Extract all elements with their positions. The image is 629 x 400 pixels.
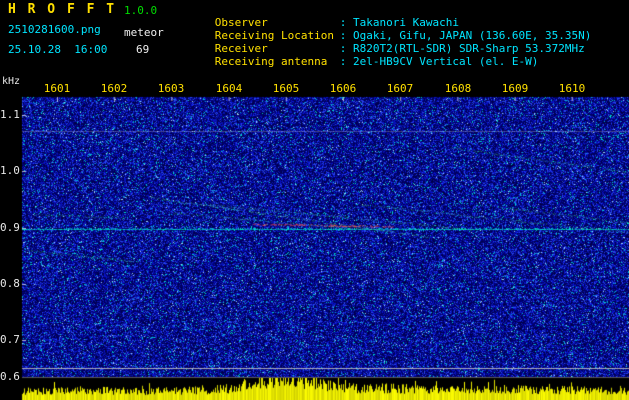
info-value: : R820T2(RTL-SDR) SDR-Sharp 53.372MHz [339, 42, 585, 55]
x-tick-label: 1606 [329, 82, 357, 95]
x-tick-label: 1601 [43, 82, 71, 95]
y-axis-unit: kHz [2, 76, 21, 87]
x-tick-label: 1602 [100, 82, 128, 95]
x-tick-label: 1609 [501, 82, 529, 95]
info-value: : 2el-HB9CV Vertical (el. E-W) [339, 55, 539, 68]
info-value: : Takanori Kawachi [339, 16, 459, 29]
info-label: Receiving antenna [214, 55, 328, 68]
y-tick-label: 0.7 [0, 333, 20, 346]
app-title: H R O F F T [8, 2, 117, 17]
y-tick-label: 0.9 [0, 221, 20, 234]
x-tick-label: 1607 [386, 82, 414, 95]
y-tick-label: 1.1 [0, 108, 20, 121]
mode-label: meteor [124, 26, 164, 39]
x-tick-label: 1604 [215, 82, 243, 95]
info-label: Observer [214, 16, 268, 29]
y-tick-label: 0.6 [0, 370, 20, 383]
y-tick-label: 1.0 [0, 164, 20, 177]
info-label: Receiving Location [214, 29, 334, 42]
info-value: : Ogaki, Gifu, JAPAN (136.60E, 35.35N) [339, 29, 592, 42]
x-tick-label: 1608 [444, 82, 472, 95]
datetime-label: 25.10.28 16:00 [8, 43, 108, 56]
echo-count: 69 [136, 43, 150, 56]
hrofft-output-window: H R O F F T 1.0.0 2510281600.png meteor … [0, 0, 629, 400]
y-tick-label: 0.8 [0, 277, 20, 290]
info-row-observer: Observer : Takanori Kawachi [175, 3, 591, 29]
observer-info-block: Observer : Takanori Kawachi Receiving Loc… [175, 3, 592, 68]
x-tick-label: 1603 [157, 82, 185, 95]
info-label: Receiver [214, 42, 268, 55]
x-tick-label: 1610 [558, 82, 586, 95]
output-filename: 2510281600.png [8, 23, 101, 36]
app-version: 1.0.0 [124, 4, 158, 17]
x-tick-label: 1605 [272, 82, 300, 95]
